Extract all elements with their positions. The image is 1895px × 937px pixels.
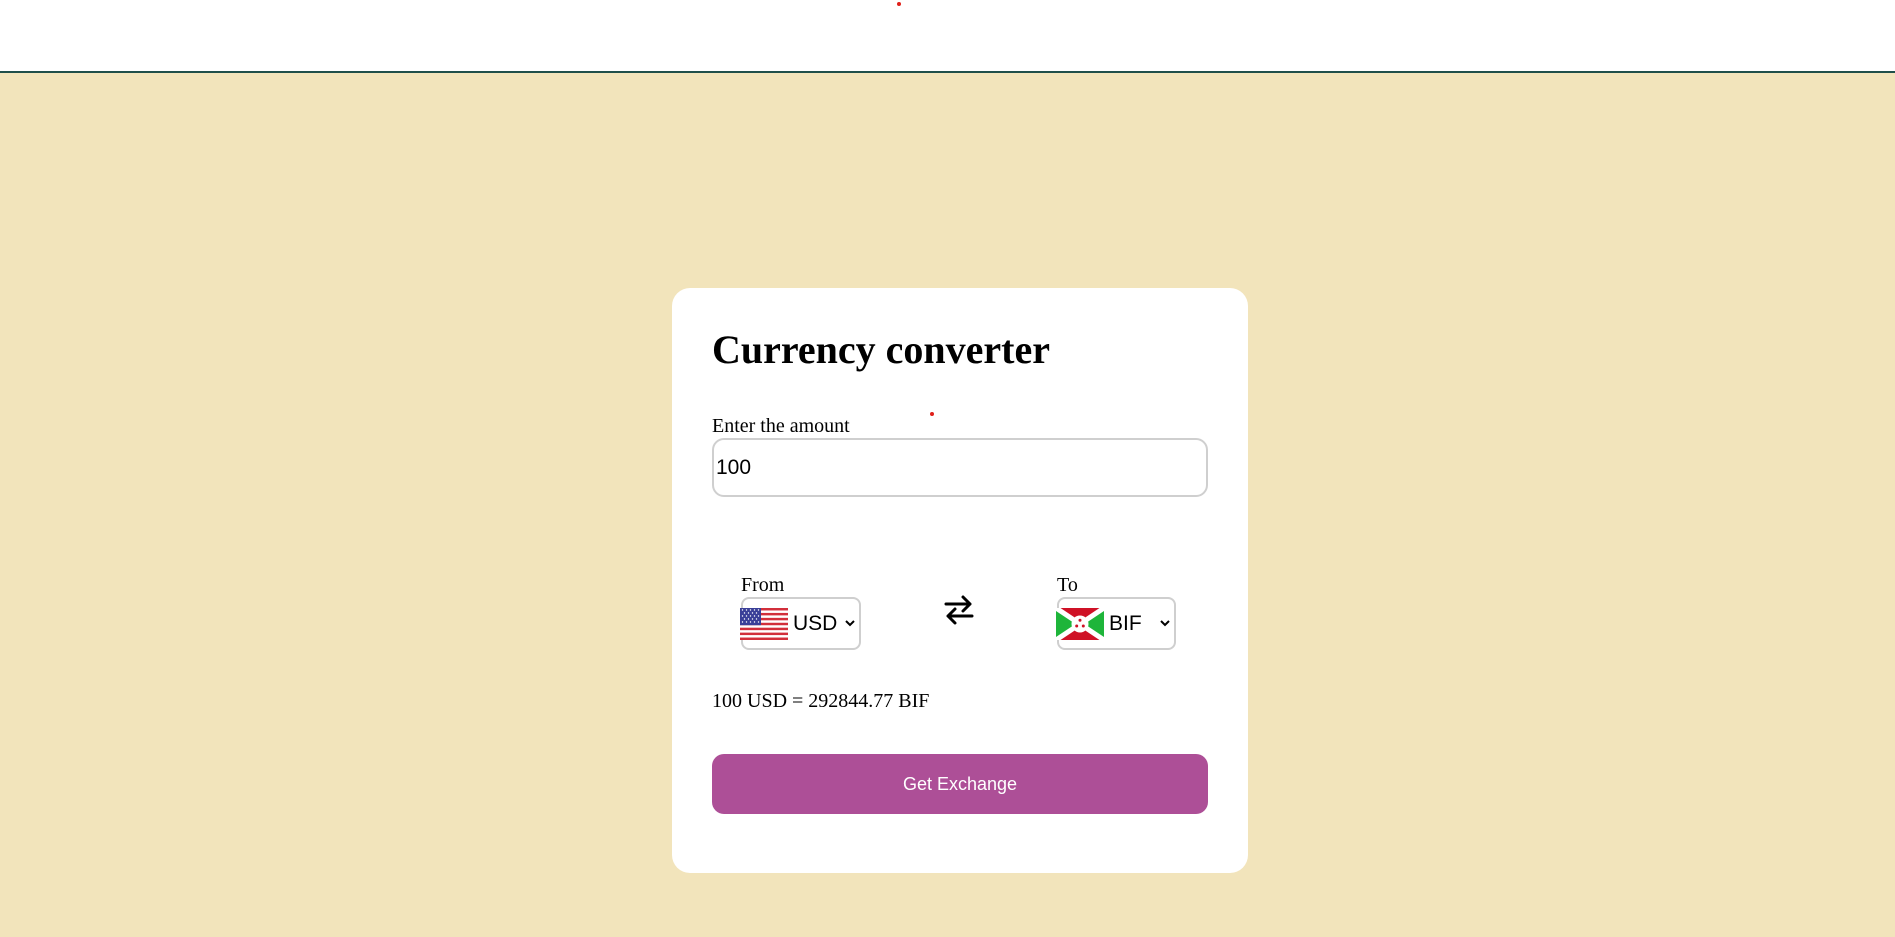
converter-card: Currency converter Enter the amount From xyxy=(672,288,1248,873)
to-currency-select[interactable]: BIF xyxy=(1056,597,1176,650)
amount-input[interactable] xyxy=(712,438,1208,497)
from-label: From xyxy=(741,574,785,596)
red-dot-marker xyxy=(897,2,901,6)
red-dot-marker xyxy=(930,412,934,416)
top-header-bar xyxy=(0,0,1895,73)
from-currency-value: USD xyxy=(793,612,838,635)
swap-arrows-icon[interactable] xyxy=(942,593,976,627)
amount-label: Enter the amount xyxy=(712,415,850,437)
chevron-down-icon xyxy=(845,620,855,627)
from-currency-select[interactable]: USD xyxy=(740,597,861,650)
to-currency-value: BIF xyxy=(1109,612,1142,635)
us-flag-icon xyxy=(740,608,788,640)
exchange-result: 100 USD = 292844.77 BIF xyxy=(712,690,930,712)
chevron-down-icon xyxy=(1160,620,1170,627)
page-title: Currency converter xyxy=(712,327,1051,372)
page-background: Currency converter Enter the amount From xyxy=(0,73,1895,937)
burundi-flag-icon xyxy=(1056,608,1104,640)
to-label: To xyxy=(1057,574,1078,596)
get-exchange-button[interactable]: Get Exchange xyxy=(712,754,1208,814)
